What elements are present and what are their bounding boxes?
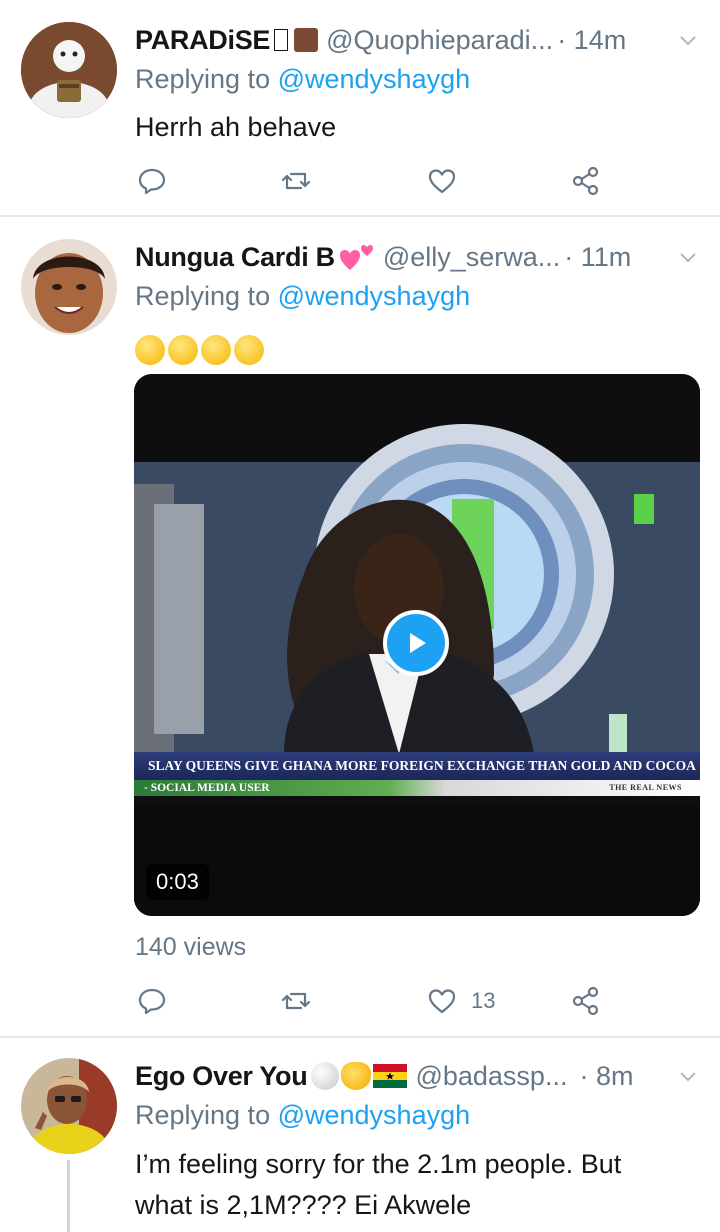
mention-link[interactable]: @wendyshaygh — [278, 281, 471, 311]
name-emoji-group — [274, 28, 319, 52]
replying-prefix: Replying to — [135, 64, 278, 94]
like-button[interactable] — [427, 164, 457, 198]
caret-down-icon[interactable] — [676, 28, 700, 52]
display-name[interactable]: Nungua Cardi B — [135, 242, 335, 273]
reply-button[interactable] — [137, 984, 167, 1018]
replying-to: Replying to @wendyshaygh — [135, 1100, 470, 1131]
retweet-icon — [281, 172, 311, 190]
share-button[interactable] — [571, 164, 601, 198]
retweet-button[interactable] — [281, 984, 311, 1018]
two-hearts-icon — [339, 245, 373, 270]
timestamp[interactable]: · 8m — [579, 1061, 633, 1092]
name-emoji-group — [339, 242, 375, 272]
face-with-tears-of-joy-icon — [135, 334, 165, 365]
play-icon — [410, 633, 426, 653]
mention-link[interactable]: @wendyshaygh — [278, 64, 471, 94]
face-with-tears-of-joy-icon — [201, 334, 231, 365]
face-with-tears-of-joy-icon — [234, 334, 264, 365]
caret-down-icon[interactable] — [676, 245, 700, 269]
share-icon — [572, 986, 599, 1016]
like-count: 13 — [471, 988, 496, 1013]
retweet-button[interactable] — [281, 164, 311, 198]
play-button[interactable] — [383, 610, 449, 676]
tweet-3[interactable]: Ego Over You @badassp... · 8m Replying t… — [0, 1038, 720, 1232]
avatar[interactable] — [21, 239, 117, 335]
user-handle[interactable]: @elly_serwa... — [383, 242, 560, 273]
video-duration: 0:03 — [146, 864, 209, 900]
watermark-text: THE REAL NEWS — [609, 783, 682, 792]
reply-icon — [138, 168, 166, 195]
display-name[interactable]: Ego Over You — [135, 1061, 308, 1092]
ghana-flag-icon — [373, 1064, 408, 1088]
timestamp[interactable]: · 11m — [564, 242, 631, 273]
like-button[interactable]: 13 — [427, 984, 495, 1018]
caret-down-icon[interactable] — [676, 1064, 700, 1088]
tweet-text: Herrh ah behave — [135, 112, 337, 142]
avatar[interactable] — [21, 22, 117, 118]
thread-connector — [67, 1160, 70, 1232]
brown-square-icon — [294, 28, 319, 52]
tweet-actions — [135, 164, 605, 198]
share-icon — [572, 166, 599, 196]
avatar[interactable] — [21, 1058, 117, 1154]
user-handle[interactable]: @Quophieparadi... — [326, 25, 553, 56]
user-handle[interactable]: @badassp... — [415, 1061, 567, 1092]
subticker-text: - SOCIAL MEDIA USER — [144, 782, 270, 794]
mention-link[interactable]: @wendyshaygh — [278, 1100, 471, 1130]
tweet-2[interactable]: Nungua Cardi B @elly_serwa... · 11m Repl… — [0, 217, 720, 1036]
video-player[interactable]: SLAY QUEENS GIVE GHANA MORE FOREIGN EXCH… — [134, 374, 700, 916]
video-ticker: SLAY QUEENS GIVE GHANA MORE FOREIGN EXCH… — [134, 752, 700, 780]
tweet-1[interactable]: PARADiSE @Quophieparadi... · 14m Replyin… — [0, 0, 720, 216]
missing-glyph-icon — [274, 29, 289, 51]
display-name[interactable]: PARADiSE — [135, 25, 270, 56]
replying-prefix: Replying to — [135, 281, 278, 311]
reply-button[interactable] — [137, 164, 167, 198]
tweet-header: Ego Over You @badassp... · 8m — [135, 1058, 700, 1094]
name-emoji-group — [311, 1062, 408, 1090]
tweet-header: Nungua Cardi B @elly_serwa... · 11m — [135, 239, 700, 275]
tweet-actions: 13 — [135, 984, 605, 1018]
tweet-text: I’m feeling sorry for the 2.1m people. B… — [135, 1144, 680, 1226]
timestamp[interactable]: · 14m — [557, 25, 626, 56]
tweet-text-line: I’m feeling sorry for the 2.1m people. B… — [135, 1149, 622, 1179]
tweet-header: PARADiSE @Quophieparadi... · 14m — [135, 22, 700, 58]
share-button[interactable] — [571, 984, 601, 1018]
tweet-text-line: what is 2,1M???? Ei Akwele — [135, 1190, 472, 1220]
face-with-tears-of-joy-icon — [168, 334, 198, 365]
crying-laughing-cat-icon — [341, 1062, 372, 1090]
video-subticker: - SOCIAL MEDIA USER THE REAL NEWS — [134, 780, 700, 796]
replying-to: Replying to @wendyshaygh — [135, 281, 470, 312]
tweet-text — [135, 329, 680, 368]
retweet-icon — [281, 992, 311, 1010]
like-icon — [428, 169, 456, 194]
replying-prefix: Replying to — [135, 1100, 278, 1130]
view-count: 140 views — [135, 933, 247, 961]
reply-icon — [138, 988, 166, 1015]
like-icon — [428, 989, 456, 1014]
replying-to: Replying to @wendyshaygh — [135, 64, 470, 95]
white-circle-icon — [311, 1062, 340, 1090]
